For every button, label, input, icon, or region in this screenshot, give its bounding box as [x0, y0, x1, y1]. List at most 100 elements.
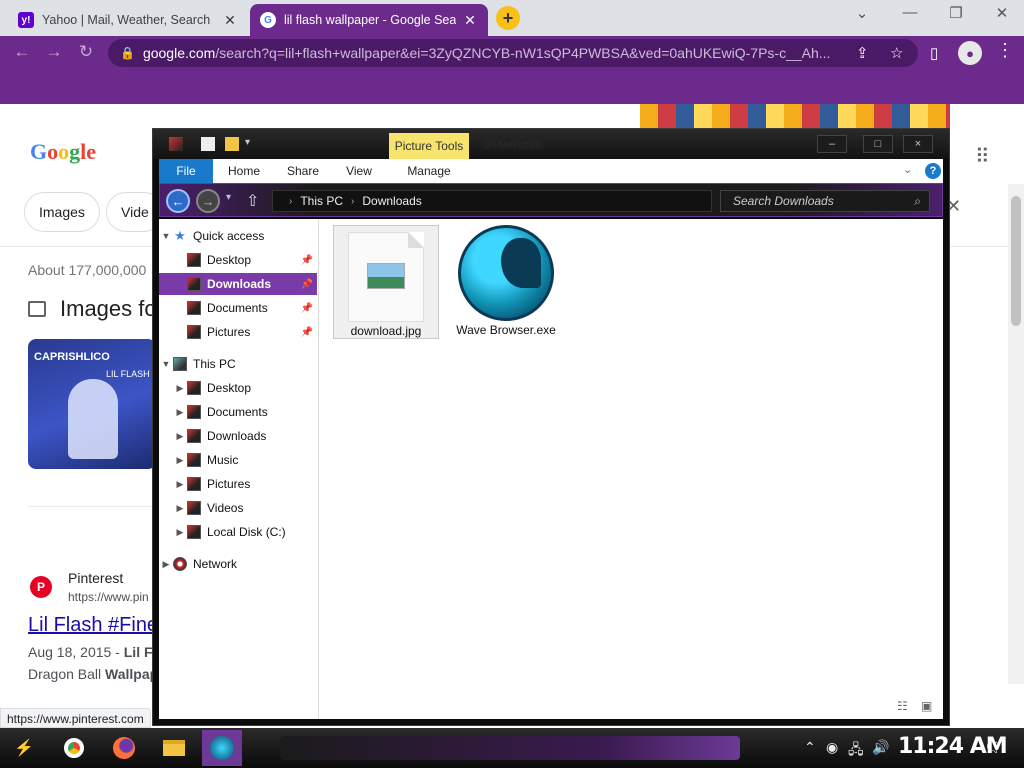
collapse-arrow-icon[interactable]: ▼: [159, 231, 173, 241]
nav-quick-downloads[interactable]: Downloads 📌: [159, 273, 317, 295]
breadcrumb-downloads[interactable]: Downloads: [362, 194, 421, 208]
firefox-icon[interactable]: [104, 730, 144, 766]
show-hidden-icons-icon[interactable]: ⌃: [804, 739, 816, 756]
documents-icon: [187, 301, 201, 315]
pin-icon: 📌: [300, 278, 313, 290]
notifications-icon[interactable]: 🗨: [984, 739, 1002, 756]
nav-pc-music[interactable]: ▶ Music: [159, 449, 317, 471]
nav-quick-pictures[interactable]: Pictures 📌: [159, 321, 317, 343]
tab-search-icon[interactable]: ⌄: [842, 4, 882, 22]
tab-manage[interactable]: Manage: [389, 159, 469, 183]
file-item[interactable]: Wave Browser.exe: [453, 225, 559, 339]
help-icon[interactable]: ?: [925, 163, 941, 179]
breadcrumb[interactable]: › This PC › Downloads: [272, 190, 712, 212]
maximize-button[interactable]: □: [863, 135, 893, 153]
google-apps-icon[interactable]: ⠿: [975, 144, 990, 169]
tab-file[interactable]: File: [159, 159, 213, 183]
nav-this-pc[interactable]: ▼ This PC: [159, 353, 317, 375]
result-title-link[interactable]: Lil Flash #Fine: [28, 614, 158, 637]
forward-button[interactable]: →: [196, 189, 220, 213]
navigation-bar: ← → ▾ ⇧ › This PC › Downloads Search Dow…: [159, 183, 943, 217]
start-icon[interactable]: ⚡: [4, 730, 44, 766]
close-icon[interactable]: ✕: [222, 12, 238, 29]
recent-locations-icon[interactable]: ▾: [226, 192, 231, 203]
profile-avatar[interactable]: ●: [958, 41, 982, 65]
minimize-button[interactable]: –: [817, 135, 847, 153]
search-input[interactable]: Search Downloads ⌕: [720, 190, 930, 212]
expand-arrow-icon[interactable]: ▶: [173, 455, 187, 466]
new-tab-button[interactable]: +: [496, 6, 520, 30]
nav-pc-local-disk[interactable]: ▶ Local Disk (C:): [159, 521, 317, 543]
new-folder-icon[interactable]: [225, 137, 239, 151]
expand-arrow-icon[interactable]: ▶: [173, 431, 187, 442]
tab-title: Yahoo | Mail, Weather, Search: [42, 13, 211, 27]
nav-pc-documents[interactable]: ▶ Documents: [159, 401, 317, 423]
expand-arrow-icon[interactable]: ▶: [173, 383, 187, 394]
customize-qat-icon[interactable]: ▾: [245, 137, 259, 151]
tab-home[interactable]: Home: [217, 159, 271, 183]
share-icon[interactable]: ⇪: [856, 44, 869, 62]
nav-quick-desktop[interactable]: Desktop 📌: [159, 249, 317, 271]
image-result-thumbnail[interactable]: CAPRISHLICO LIL FLASH: [28, 339, 156, 469]
chip-images[interactable]: Images: [24, 192, 100, 232]
side-panel-icon[interactable]: ▯: [930, 44, 938, 62]
network-tray-icon[interactable]: 🖧: [848, 739, 864, 763]
nav-pc-downloads[interactable]: ▶ Downloads: [159, 425, 317, 447]
large-icons-view-icon[interactable]: ▣: [921, 699, 932, 713]
wave-browser-icon[interactable]: [202, 730, 242, 766]
wave-tray-icon[interactable]: ◉: [826, 739, 838, 756]
lock-icon: 🔒: [120, 46, 135, 60]
window-title: Downloads: [483, 137, 543, 151]
divider: [28, 506, 153, 507]
downloads-icon: [187, 429, 201, 443]
close-button[interactable]: ×: [903, 135, 933, 153]
restore-button[interactable]: ❐: [936, 4, 976, 22]
forward-button[interactable]: →: [42, 42, 66, 62]
properties-icon[interactable]: [201, 137, 215, 151]
google-icon: G: [260, 12, 276, 28]
tab-google-search[interactable]: G lil flash wallpaper - Google Search ✕: [250, 4, 488, 36]
picture-tools-context-tab[interactable]: Picture Tools: [389, 133, 469, 159]
details-view-icon[interactable]: ☷: [897, 699, 908, 713]
nav-pc-desktop[interactable]: ▶ Desktop: [159, 377, 317, 399]
up-arrow-icon[interactable]: ⇧: [246, 191, 259, 211]
tab-view[interactable]: View: [333, 159, 385, 183]
expand-ribbon-icon[interactable]: ⌄: [903, 163, 912, 176]
navigation-pane: ▼ ★ Quick access Desktop 📌 Downloads 📌 D…: [159, 219, 319, 719]
images-section-heading: Images fo: [28, 296, 157, 322]
back-button[interactable]: ←: [10, 42, 34, 62]
google-doodle-logo[interactable]: Google: [30, 139, 96, 165]
chrome-icon[interactable]: [54, 730, 94, 766]
tab-share[interactable]: Share: [275, 159, 331, 183]
nav-quick-documents[interactable]: Documents 📌: [159, 297, 317, 319]
expand-arrow-icon[interactable]: ▶: [173, 479, 187, 490]
expand-arrow-icon[interactable]: ▶: [159, 559, 173, 570]
breadcrumb-this-pc[interactable]: This PC: [300, 194, 343, 208]
collapse-arrow-icon[interactable]: ▼: [159, 359, 173, 369]
pictures-icon: [187, 325, 201, 339]
expand-arrow-icon[interactable]: ▶: [173, 407, 187, 418]
nav-pc-pictures[interactable]: ▶ Pictures: [159, 473, 317, 495]
back-button[interactable]: ←: [166, 189, 190, 213]
chrome-menu-icon[interactable]: ⋮: [996, 40, 1014, 61]
explorer-titlebar[interactable]: ▾ Picture Tools Downloads – □ ×: [153, 129, 949, 159]
tab-yahoo[interactable]: y! Yahoo | Mail, Weather, Search ✕: [8, 4, 248, 36]
pin-icon: 📌: [300, 302, 313, 314]
page-scroll-thumb[interactable]: [1011, 196, 1021, 326]
file-item[interactable]: download.jpg: [333, 225, 439, 339]
expand-arrow-icon[interactable]: ▶: [173, 527, 187, 538]
bookmark-star-icon[interactable]: ☆: [890, 44, 903, 62]
minimize-button[interactable]: —: [890, 4, 930, 21]
nav-quick-access[interactable]: ▼ ★ Quick access: [159, 225, 317, 247]
tab-title: lil flash wallpaper - Google Search: [284, 13, 456, 27]
address-bar[interactable]: 🔒 google.com/search?q=lil+flash+wallpape…: [108, 39, 918, 67]
volume-icon[interactable]: 🔊: [872, 739, 889, 756]
nav-pc-videos[interactable]: ▶ Videos: [159, 497, 317, 519]
close-window-button[interactable]: ✕: [982, 4, 1022, 22]
close-icon[interactable]: ✕: [462, 12, 478, 29]
result-snippet: Aug 18, 2015 - Lil Fl: [28, 644, 157, 660]
reload-button[interactable]: ↻: [74, 42, 98, 62]
expand-arrow-icon[interactable]: ▶: [173, 503, 187, 514]
file-explorer-icon[interactable]: [154, 730, 194, 766]
nav-network[interactable]: ▶ Network: [159, 553, 317, 575]
